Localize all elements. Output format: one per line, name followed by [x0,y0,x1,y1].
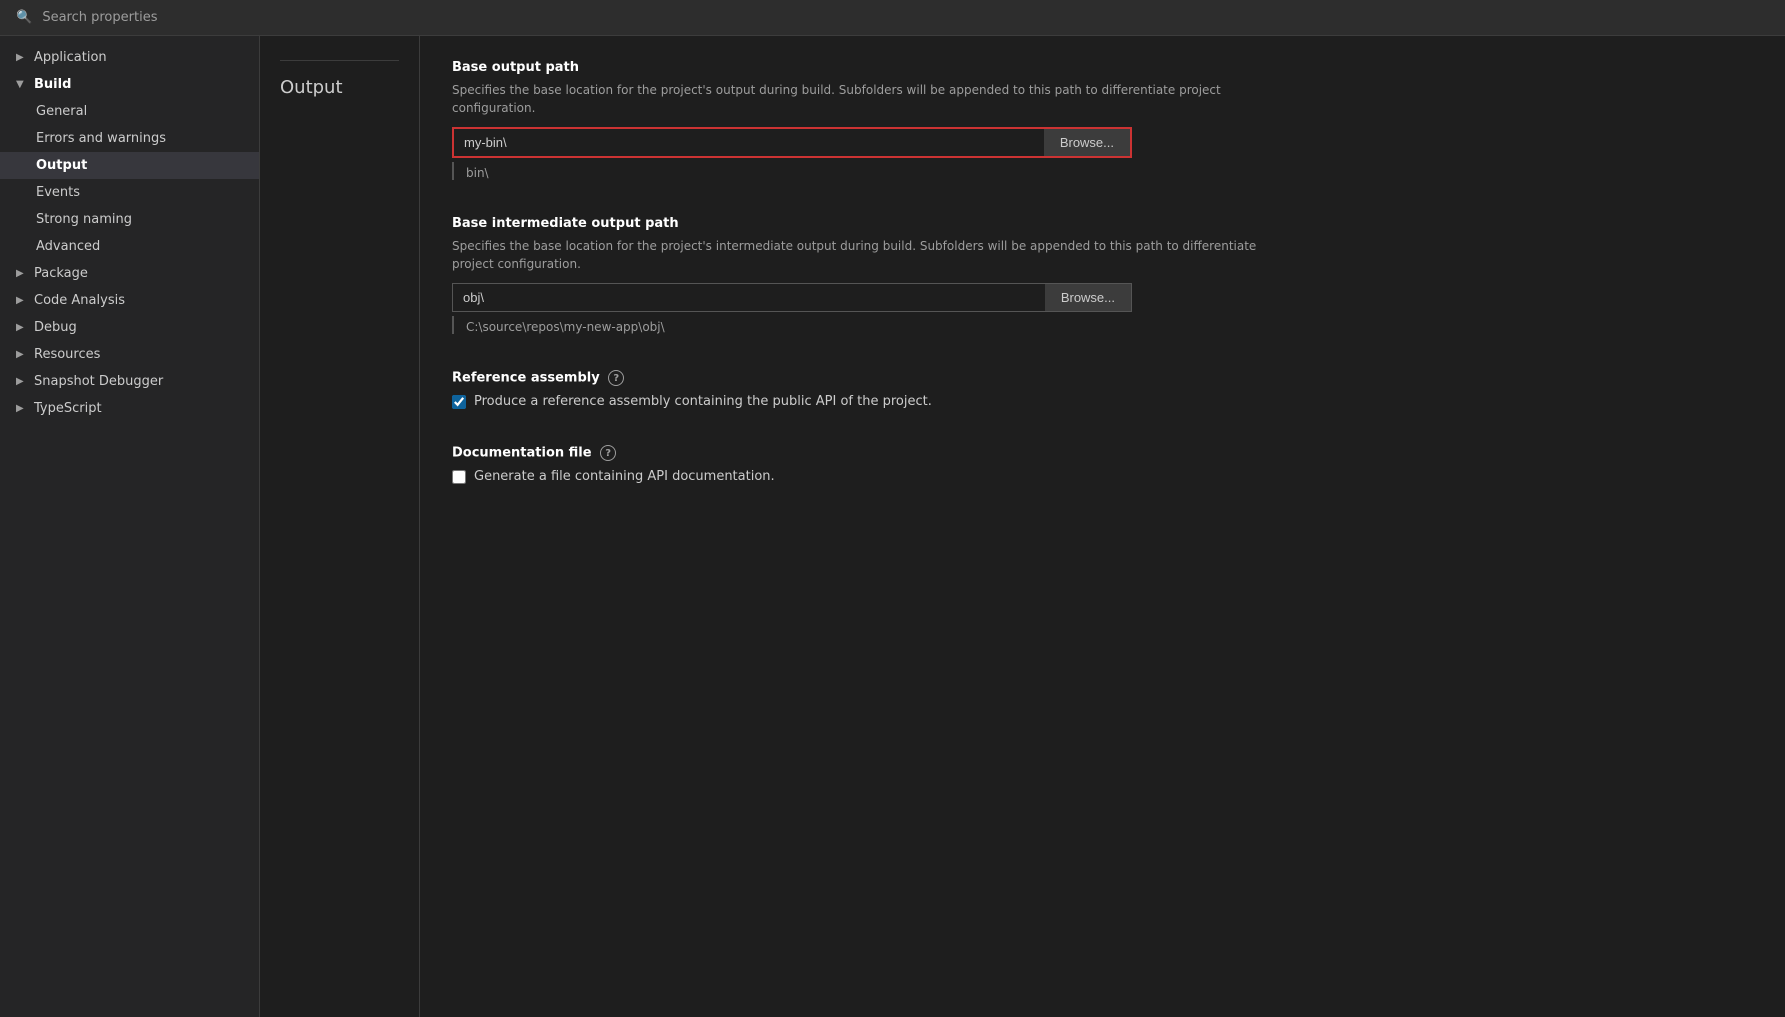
chevron-right-icon: ▶ [16,376,28,387]
sidebar-item-label: Code Analysis [34,293,125,308]
base-output-path-input-row: Browse... [452,127,1132,158]
sidebar-item-output[interactable]: Output [0,152,259,179]
sidebar: ▶ Application ▼ Build General Errors and… [0,36,260,1017]
sidebar-item-label: TypeScript [34,401,102,416]
base-output-path-input[interactable] [454,129,1044,156]
sidebar-item-label: Package [34,266,88,281]
chevron-right-icon: ▶ [16,52,28,63]
divider [280,60,399,61]
sidebar-item-label: Snapshot Debugger [34,374,163,389]
sidebar-item-debug[interactable]: ▶ Debug [0,314,259,341]
sidebar-item-package[interactable]: ▶ Package [0,260,259,287]
documentation-file-checkbox-row: Generate a file containing API documenta… [452,469,1753,484]
base-output-path-hint: bin\ [452,162,1132,180]
reference-assembly-checkbox-row: Produce a reference assembly containing … [452,394,1753,409]
sidebar-item-strong-naming[interactable]: Strong naming [0,206,259,233]
base-output-path-description: Specifies the base location for the proj… [452,81,1272,117]
search-bar: 🔍 Search properties [0,0,1785,36]
section-title: Output [280,77,399,98]
chevron-right-icon: ▶ [16,403,28,414]
reference-assembly-help-icon[interactable]: ? [608,370,624,386]
sidebar-item-general[interactable]: General [0,98,259,125]
chevron-right-icon: ▶ [16,349,28,360]
sidebar-subitem-label: Advanced [36,239,100,254]
sidebar-item-advanced[interactable]: Advanced [0,233,259,260]
sidebar-item-build[interactable]: ▼ Build [0,71,259,98]
sidebar-item-application[interactable]: ▶ Application [0,44,259,71]
documentation-file-help-icon[interactable]: ? [600,445,616,461]
sidebar-item-label: Debug [34,320,77,335]
search-icon: 🔍 [16,10,32,25]
base-output-path-browse-button[interactable]: Browse... [1044,129,1130,156]
main-content: ▶ Application ▼ Build General Errors and… [0,36,1785,1017]
reference-assembly-checkbox-label: Produce a reference assembly containing … [474,394,932,409]
documentation-file-title: Documentation file ? [452,445,1753,461]
sidebar-subitem-label: Output [36,158,87,173]
base-output-path-group: Base output path Specifies the base loca… [452,60,1753,180]
settings-panel: Base output path Specifies the base loca… [420,36,1785,1017]
section-title-panel: Output [260,36,420,1017]
sidebar-item-events[interactable]: Events [0,179,259,206]
base-intermediate-title: Base intermediate output path [452,216,1753,231]
base-intermediate-output-path-group: Base intermediate output path Specifies … [452,216,1753,334]
sidebar-item-label: Application [34,50,107,65]
chevron-right-icon: ▶ [16,295,28,306]
sidebar-item-typescript[interactable]: ▶ TypeScript [0,395,259,422]
chevron-right-icon: ▶ [16,268,28,279]
sidebar-item-errors-warnings[interactable]: Errors and warnings [0,125,259,152]
sidebar-subitem-label: Events [36,185,80,200]
base-intermediate-description: Specifies the base location for the proj… [452,237,1272,273]
sidebar-item-snapshot-debugger[interactable]: ▶ Snapshot Debugger [0,368,259,395]
sidebar-item-code-analysis[interactable]: ▶ Code Analysis [0,287,259,314]
chevron-right-icon: ▶ [16,322,28,333]
sidebar-item-resources[interactable]: ▶ Resources [0,341,259,368]
documentation-file-group: Documentation file ? Generate a file con… [452,445,1753,484]
base-intermediate-browse-button[interactable]: Browse... [1045,284,1131,311]
base-intermediate-hint: C:\source\repos\my-new-app\obj\ [452,316,1132,334]
sidebar-subitem-label: Errors and warnings [36,131,166,146]
base-output-path-title: Base output path [452,60,1753,75]
reference-assembly-title: Reference assembly ? [452,370,1753,386]
reference-assembly-group: Reference assembly ? Produce a reference… [452,370,1753,409]
reference-assembly-checkbox[interactable] [452,395,466,409]
sidebar-subitem-label: General [36,104,87,119]
sidebar-item-label: Resources [34,347,100,362]
sidebar-subitem-label: Strong naming [36,212,132,227]
base-intermediate-input-row: Browse... [452,283,1132,312]
documentation-file-checkbox[interactable] [452,470,466,484]
sidebar-item-label: Build [34,77,71,92]
documentation-file-checkbox-label: Generate a file containing API documenta… [474,469,775,484]
content-area: Output Base output path Specifies the ba… [260,36,1785,1017]
search-placeholder: Search properties [42,10,157,25]
app-container: 🔍 Search properties ▶ Application ▼ Buil… [0,0,1785,1017]
chevron-down-icon: ▼ [16,79,28,90]
base-intermediate-input[interactable] [453,284,1045,311]
